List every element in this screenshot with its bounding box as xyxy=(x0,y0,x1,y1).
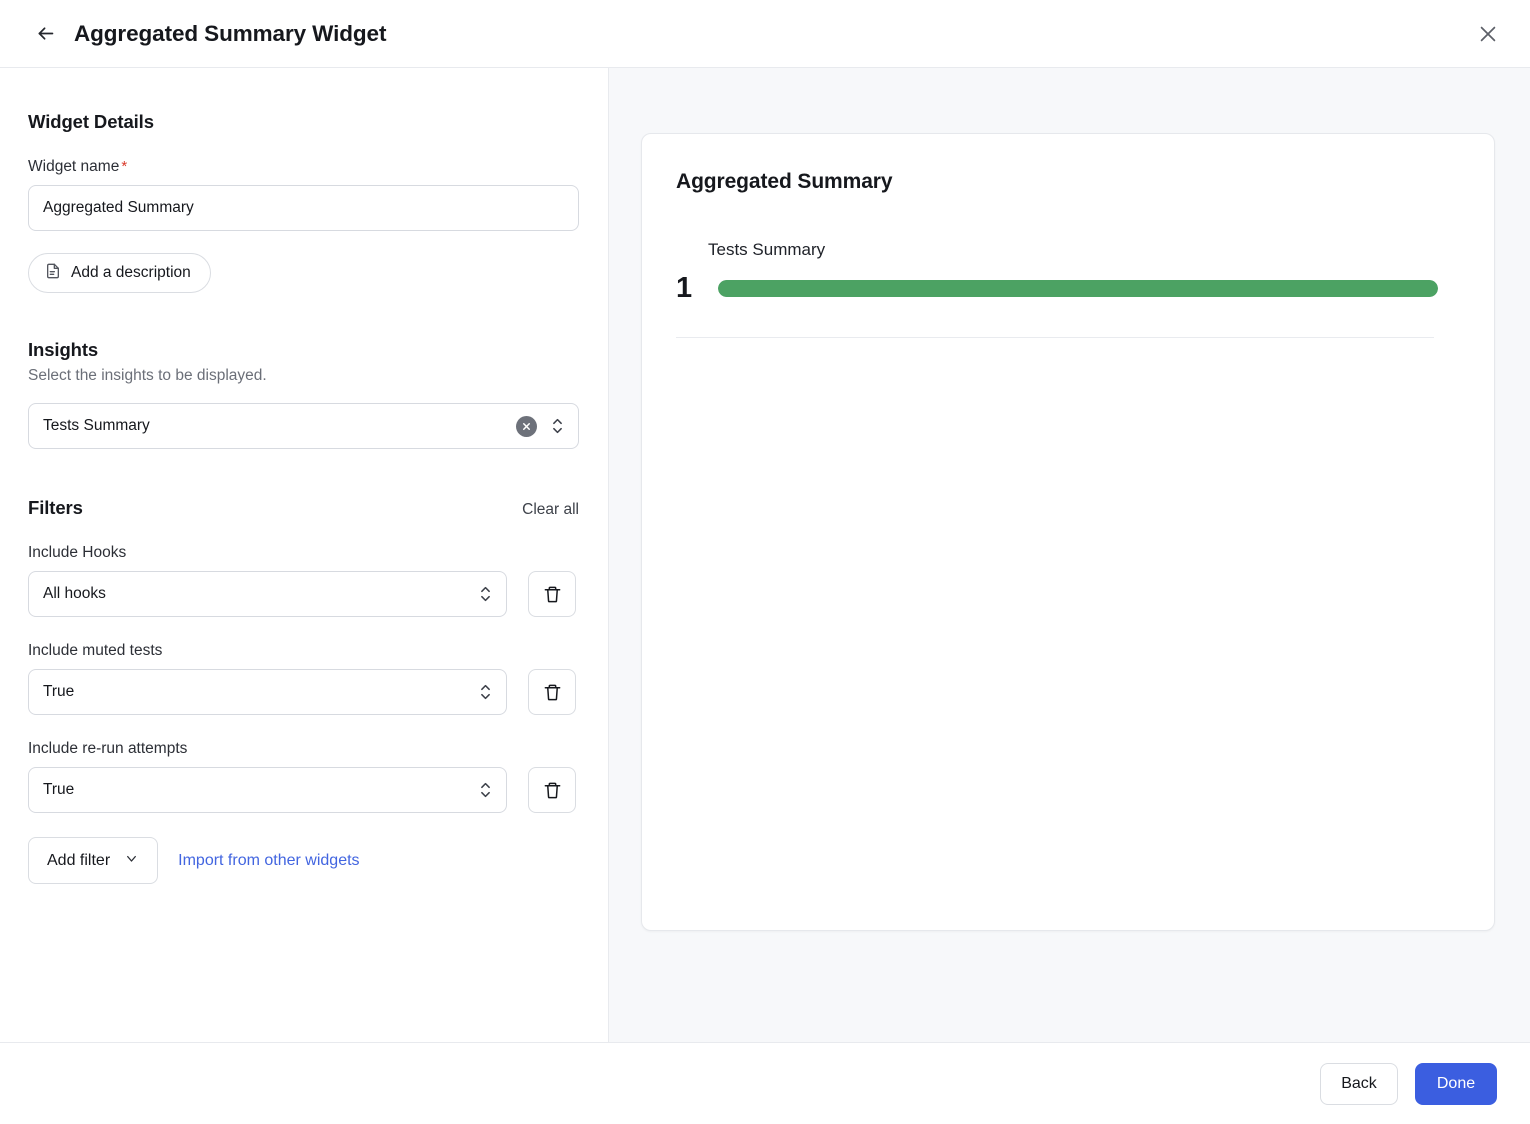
filters-section: Filters Clear all Include Hooks All hook… xyxy=(28,497,576,884)
filter-select-include-muted-tests[interactable]: True xyxy=(28,669,507,715)
close-icon xyxy=(1477,23,1499,45)
filter-row: True xyxy=(28,669,576,715)
chevron-up-down-icon[interactable] xyxy=(478,779,492,801)
widget-name-label: Widget name* xyxy=(28,158,576,176)
insights-select[interactable]: Tests Summary xyxy=(28,403,579,449)
filter-label-include-hooks: Include Hooks xyxy=(28,544,576,562)
chevron-up-down-icon[interactable] xyxy=(478,583,492,605)
add-description-button[interactable]: Add a description xyxy=(28,253,211,293)
arrow-left-icon xyxy=(35,23,56,44)
close-button[interactable] xyxy=(1470,16,1506,52)
widget-preview-card: Aggregated Summary Tests Summary 1 xyxy=(641,133,1495,931)
preview-divider xyxy=(676,337,1434,338)
filter-select-include-hooks[interactable]: All hooks xyxy=(28,571,507,617)
delete-filter-include-hooks-button[interactable] xyxy=(528,571,576,617)
import-from-other-widgets-link[interactable]: Import from other widgets xyxy=(178,852,359,870)
insights-select-wrap: Tests Summary xyxy=(28,403,579,449)
preview-insight-label: Tests Summary xyxy=(708,240,1462,260)
filters-heading: Filters xyxy=(28,497,83,519)
insights-selected-value: Tests Summary xyxy=(43,417,516,435)
widget-name-label-text: Widget name xyxy=(28,158,119,175)
filter-value-include-muted-tests: True xyxy=(43,683,478,701)
preview-insight-tests-summary: Tests Summary 1 xyxy=(676,240,1462,338)
dialog-header: Aggregated Summary Widget xyxy=(0,0,1530,68)
trash-icon xyxy=(543,683,562,702)
filter-row: All hooks xyxy=(28,571,576,617)
trash-icon xyxy=(543,585,562,604)
filters-header: Filters Clear all xyxy=(28,497,579,519)
back-button[interactable]: Back xyxy=(1320,1063,1398,1105)
clear-all-button[interactable]: Clear all xyxy=(522,501,579,519)
chevron-up-down-icon[interactable] xyxy=(550,415,564,437)
dialog-body: Widget Details Widget name* Add a descri… xyxy=(0,68,1530,1042)
preview-bar-track xyxy=(718,280,1438,297)
delete-filter-include-rerun-attempts-button[interactable] xyxy=(528,767,576,813)
insights-section: Insights Select the insights to be displ… xyxy=(28,339,576,449)
chevron-up-down-icon[interactable] xyxy=(478,681,492,703)
widget-name-input[interactable] xyxy=(28,185,579,231)
dialog-footer: Back Done xyxy=(0,1042,1530,1124)
widget-details-heading: Widget Details xyxy=(28,111,576,133)
add-filter-button[interactable]: Add filter xyxy=(28,837,158,884)
clear-circle-icon[interactable] xyxy=(516,416,537,437)
filter-actions: Add filter Import from other widgets xyxy=(28,837,576,884)
insights-heading: Insights xyxy=(28,339,576,361)
filter-label-include-rerun-attempts: Include re-run attempts xyxy=(28,740,576,758)
filter-value-include-rerun-attempts: True xyxy=(43,781,478,799)
preview-bar-fill xyxy=(718,280,1438,297)
document-icon xyxy=(45,263,61,284)
filter-row: True xyxy=(28,767,576,813)
preview-bar-count: 1 xyxy=(676,274,698,303)
delete-filter-include-muted-tests-button[interactable] xyxy=(528,669,576,715)
trash-icon xyxy=(543,781,562,800)
add-filter-label: Add filter xyxy=(47,852,110,870)
preview-bar-row: 1 xyxy=(676,274,1462,303)
filter-select-include-rerun-attempts[interactable]: True xyxy=(28,767,507,813)
widget-editor-dialog: Aggregated Summary Widget Widget Details… xyxy=(0,0,1530,1124)
preview-card-title: Aggregated Summary xyxy=(676,170,1462,194)
filter-value-include-hooks: All hooks xyxy=(43,585,478,603)
required-marker: * xyxy=(121,158,127,175)
page-title: Aggregated Summary Widget xyxy=(74,21,386,47)
preview-pane: Aggregated Summary Tests Summary 1 xyxy=(609,68,1530,1042)
config-pane: Widget Details Widget name* Add a descri… xyxy=(0,68,609,1042)
chevron-down-icon xyxy=(124,851,139,871)
add-description-label: Add a description xyxy=(71,264,191,282)
done-button[interactable]: Done xyxy=(1415,1063,1497,1105)
back-arrow-button[interactable] xyxy=(28,17,62,51)
insights-subtitle: Select the insights to be displayed. xyxy=(28,367,576,385)
filter-label-include-muted-tests: Include muted tests xyxy=(28,642,576,660)
